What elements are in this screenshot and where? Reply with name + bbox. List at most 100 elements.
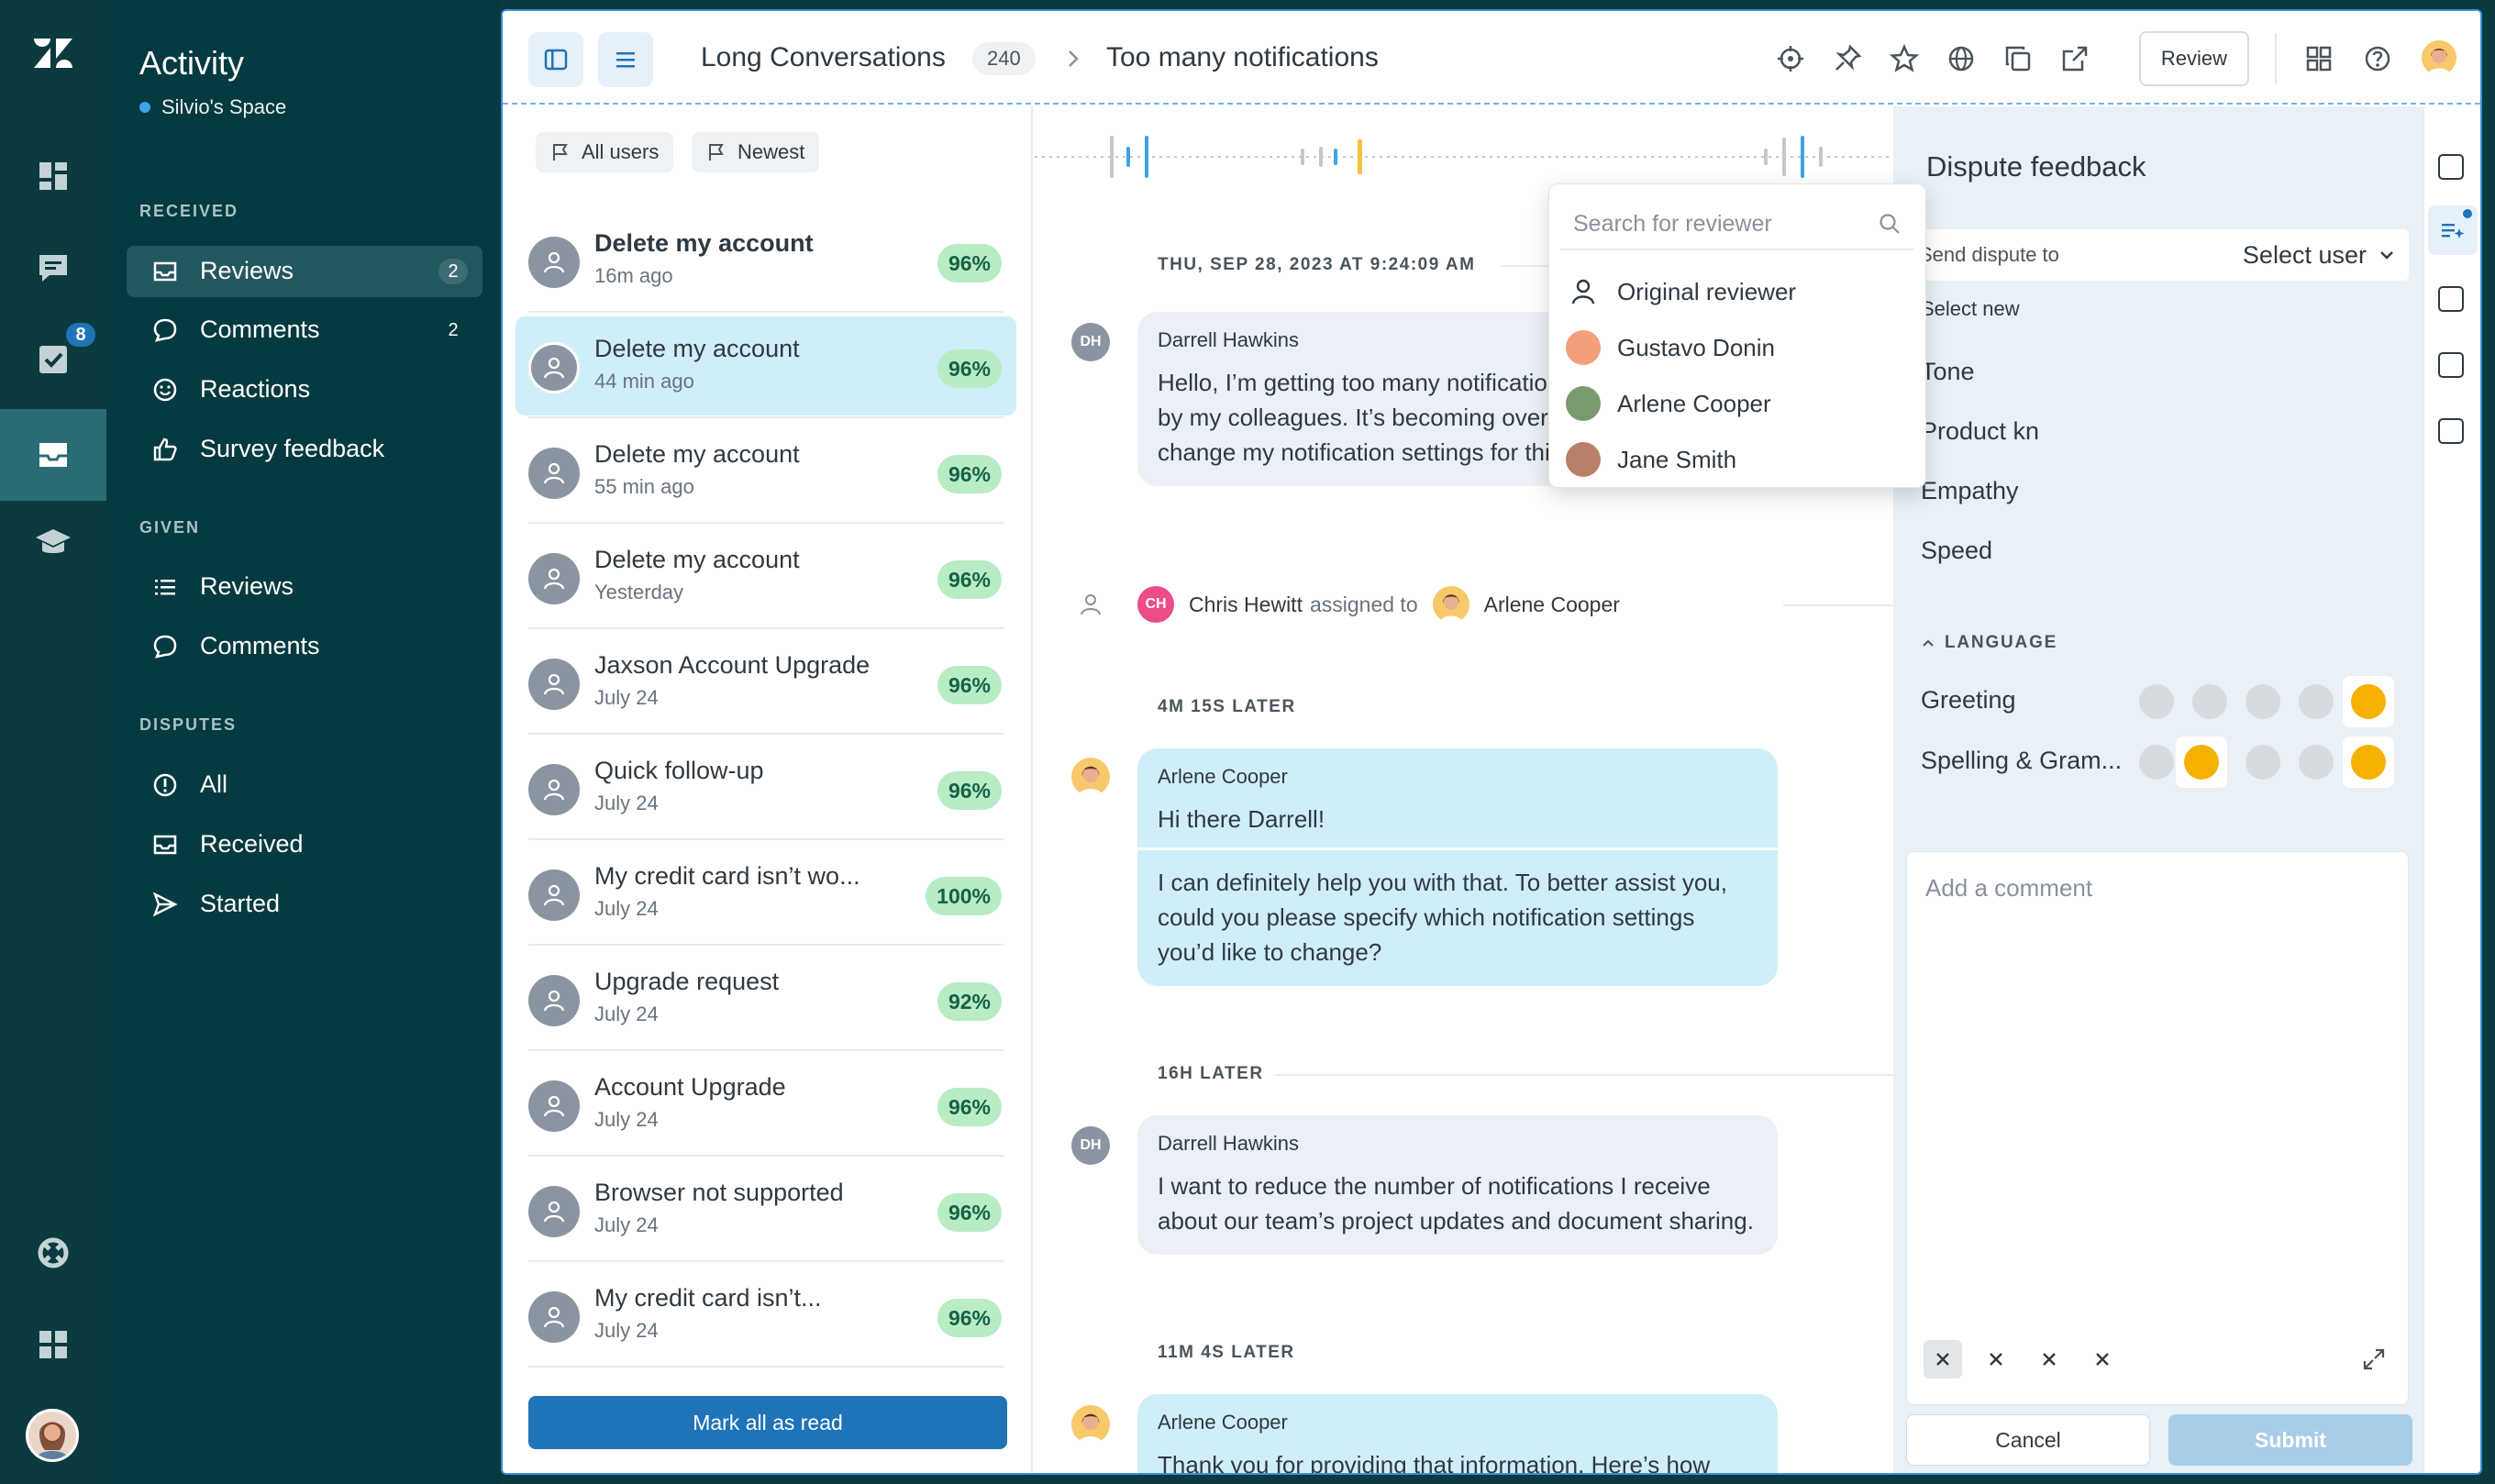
conversations-icon[interactable] bbox=[0, 226, 106, 310]
checkbox-4[interactable] bbox=[2438, 418, 2464, 444]
timestamp-label: THU, SEP 28, 2023 AT 9:24:09 AM bbox=[1158, 255, 1476, 274]
list-item[interactable]: My credit card isn’t wo... July 24 100% bbox=[516, 844, 1016, 946]
globe-icon[interactable] bbox=[1946, 44, 1976, 73]
flag-icon bbox=[553, 144, 568, 161]
close-icon bbox=[2043, 1353, 2056, 1366]
current-user-avatar[interactable] bbox=[2422, 40, 2456, 75]
user-icon bbox=[1081, 594, 1101, 615]
grid-icon[interactable] bbox=[2304, 44, 2334, 73]
breadcrumb-count: 240 bbox=[972, 42, 1036, 75]
inbox-icon bbox=[153, 835, 177, 855]
reviewer-name: Jane Smith bbox=[1617, 445, 1737, 473]
user-avatar-icon bbox=[528, 553, 580, 604]
format-tool-4[interactable] bbox=[2083, 1340, 2122, 1379]
apps-grid-icon[interactable] bbox=[0, 1302, 106, 1387]
nav-item-received-reviews[interactable]: Reviews 2 bbox=[127, 246, 482, 297]
zendesk-logo[interactable] bbox=[0, 11, 106, 95]
submit-button[interactable]: Submit bbox=[2168, 1414, 2412, 1466]
conversation-timeline[interactable] bbox=[1035, 125, 1893, 189]
comment-box[interactable]: Add a comment bbox=[1906, 851, 2409, 1405]
rating-neutral-icon[interactable] bbox=[2246, 745, 2280, 780]
review-button[interactable]: Review bbox=[2139, 31, 2249, 86]
graduation-cap-icon[interactable] bbox=[0, 501, 106, 585]
user-avatar[interactable] bbox=[26, 1409, 79, 1462]
rating-neutral-icon[interactable] bbox=[2246, 684, 2280, 719]
avatar-chris: CH bbox=[1137, 586, 1174, 623]
category-tone: Tone bbox=[1921, 358, 1975, 385]
external-link-icon[interactable] bbox=[2060, 44, 2090, 73]
list-divider bbox=[528, 1366, 1004, 1368]
mark-all-read-button[interactable]: Mark all as read bbox=[528, 1396, 1007, 1449]
list-view-button[interactable] bbox=[598, 32, 653, 87]
reviewer-search-input[interactable]: Search for reviewer bbox=[1560, 199, 1914, 250]
filter-newest[interactable]: Newest bbox=[692, 132, 820, 172]
help-circle-icon[interactable] bbox=[2363, 44, 2392, 73]
nav-item-disputes-started[interactable]: Started bbox=[127, 879, 482, 930]
ai-assist-button[interactable] bbox=[2428, 205, 2478, 255]
rating-good-icon[interactable] bbox=[2299, 745, 2334, 780]
checkbox-1[interactable] bbox=[2438, 154, 2464, 180]
select-user-dropdown[interactable]: Select user bbox=[2243, 241, 2396, 270]
list-item[interactable]: Delete my account 55 min ago 96% bbox=[516, 422, 1016, 524]
message-bubble: Arlene Cooper Thank you for providing th… bbox=[1137, 1394, 1778, 1475]
timestamp-label: 11M 4S LATER bbox=[1158, 1343, 1295, 1362]
dashboard-icon[interactable] bbox=[0, 134, 106, 218]
target-icon[interactable] bbox=[1776, 44, 1805, 73]
expand-button[interactable] bbox=[2355, 1340, 2393, 1379]
breadcrumb-parent[interactable]: Long Conversations bbox=[701, 42, 946, 73]
cancel-button[interactable]: Cancel bbox=[1906, 1414, 2150, 1466]
checkbox-3[interactable] bbox=[2438, 352, 2464, 378]
inbox-icon[interactable] bbox=[0, 409, 106, 501]
reviewer-option[interactable]: Jane Smith bbox=[1566, 437, 1914, 482]
help-lifebuoy-icon[interactable] bbox=[0, 1211, 106, 1295]
rating-great-icon[interactable] bbox=[2343, 676, 2394, 727]
rating-great-icon[interactable] bbox=[2343, 736, 2394, 788]
breadcrumb-current: Too many notifications bbox=[1106, 42, 1379, 72]
avatar-arlene bbox=[1432, 586, 1469, 623]
format-tool-3[interactable] bbox=[2030, 1340, 2068, 1379]
rating-very-bad-icon[interactable] bbox=[2139, 745, 2174, 780]
rating-good-icon[interactable] bbox=[2299, 684, 2334, 719]
pin-icon[interactable] bbox=[1833, 44, 1862, 73]
list-divider bbox=[528, 1155, 1004, 1157]
checkbox-2[interactable] bbox=[2438, 286, 2464, 312]
list-item[interactable]: My credit card isn’t... July 24 96% bbox=[516, 1266, 1016, 1368]
nav-item-given-comments[interactable]: Comments bbox=[127, 621, 482, 672]
list-item[interactable]: Browser not supported July 24 96% bbox=[516, 1160, 1016, 1262]
list-item-time: July 24 bbox=[594, 1108, 659, 1131]
nav-item-disputes-received[interactable]: Received bbox=[127, 819, 482, 870]
list-item[interactable]: Jaxson Account Upgrade July 24 96% bbox=[516, 633, 1016, 735]
list-item[interactable]: Delete my account 16m ago 96% bbox=[516, 211, 1016, 313]
list-item[interactable]: Quick follow-up July 24 96% bbox=[516, 738, 1016, 840]
nav-item-reactions[interactable]: Reactions bbox=[127, 364, 482, 415]
language-section-toggle[interactable]: LANGUAGE bbox=[1921, 633, 2057, 653]
nav-item-survey-feedback[interactable]: Survey feedback bbox=[127, 424, 482, 475]
reviewer-option[interactable]: Arlene Cooper bbox=[1566, 381, 1914, 426]
nav-item-label: Reviews bbox=[200, 257, 294, 284]
rating-bad-icon[interactable] bbox=[2176, 736, 2227, 788]
star-icon[interactable] bbox=[1890, 44, 1919, 73]
message-text: Thank you for providing that information… bbox=[1158, 1451, 1711, 1475]
list-item[interactable]: Delete my account 44 min ago 96% bbox=[516, 316, 1016, 418]
list-item[interactable]: Delete my account Yesterday 96% bbox=[516, 527, 1016, 629]
nav-item-given-reviews[interactable]: Reviews bbox=[127, 561, 482, 613]
avatar-arlene bbox=[1071, 1405, 1110, 1444]
format-tool-1[interactable] bbox=[1924, 1340, 1962, 1379]
toggle-sidebar-button[interactable] bbox=[528, 32, 583, 87]
send-dispute-row[interactable]: Send dispute to Select user bbox=[1906, 229, 2409, 281]
nav-item-received-comments[interactable]: Comments 2 bbox=[127, 305, 482, 356]
rating-bad-icon[interactable] bbox=[2192, 684, 2227, 719]
message-text: I can definitely help you with that. To … bbox=[1158, 869, 1727, 966]
reviewer-option[interactable]: Gustavo Donin bbox=[1566, 325, 1914, 371]
rating-very-bad-icon[interactable] bbox=[2139, 684, 2174, 719]
list-item[interactable]: Account Upgrade July 24 96% bbox=[516, 1055, 1016, 1157]
copy-icon[interactable] bbox=[2003, 44, 2033, 73]
list-item[interactable]: Upgrade request July 24 92% bbox=[516, 949, 1016, 1051]
nav-item-disputes-all[interactable]: All bbox=[127, 759, 482, 811]
reviewer-option[interactable]: Original reviewer bbox=[1566, 269, 1914, 315]
format-tool-2[interactable] bbox=[1977, 1340, 2015, 1379]
list-icon bbox=[155, 580, 175, 595]
filter-all-users[interactable]: All users bbox=[536, 132, 674, 172]
list-divider bbox=[528, 311, 1004, 313]
score-badge: 96% bbox=[937, 244, 1002, 282]
